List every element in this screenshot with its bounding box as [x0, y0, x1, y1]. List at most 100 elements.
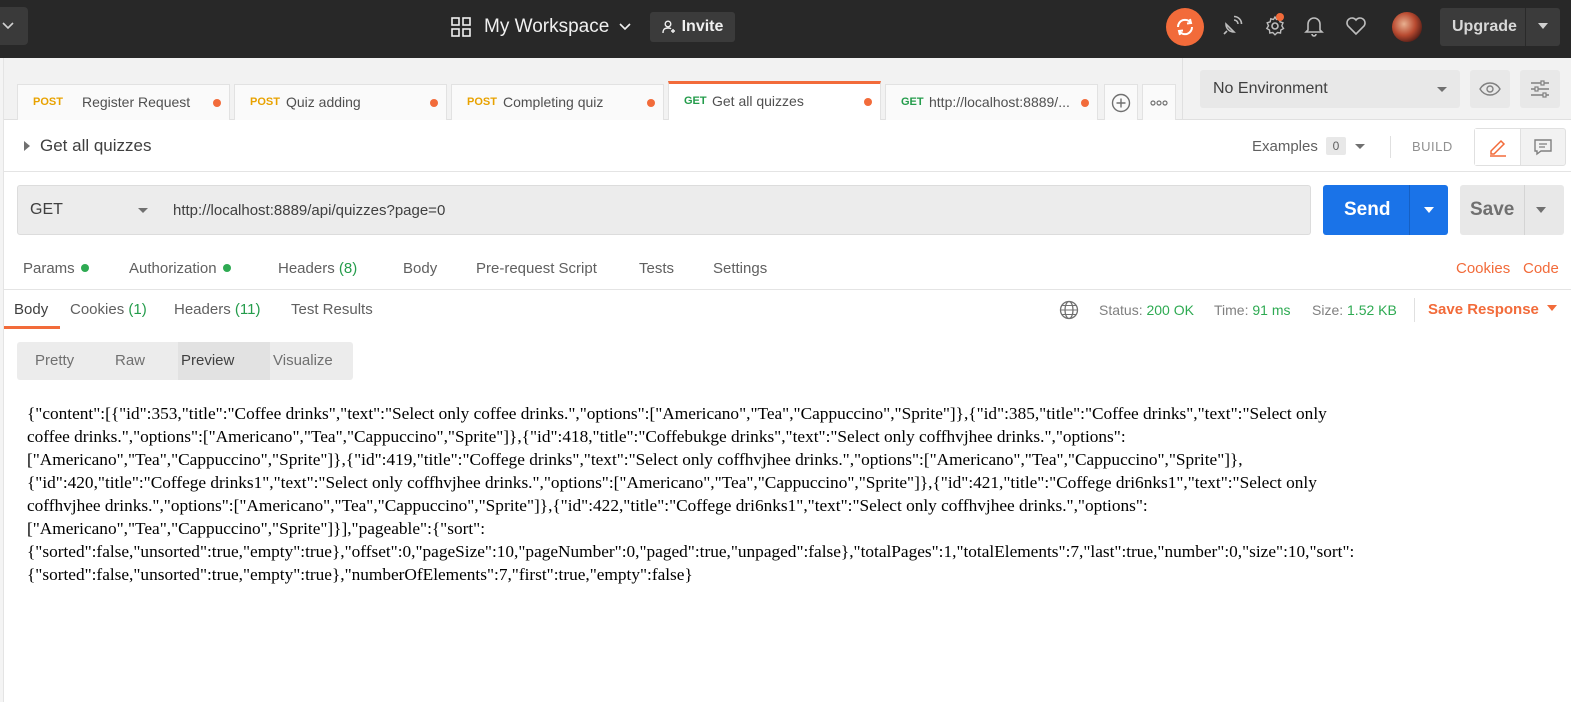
response-status: Status: 200 OK — [1099, 302, 1194, 318]
status-value: 200 OK — [1146, 302, 1194, 318]
upgrade-label: Upgrade — [1452, 18, 1517, 35]
response-tab-cookies-label: Cookies — [70, 301, 125, 318]
params-indicator-dot — [80, 264, 89, 272]
environment-bar: No Environment — [1182, 58, 1571, 120]
heart-icon[interactable] — [1344, 14, 1368, 38]
tab-method: POST — [250, 96, 280, 108]
request-tab-active[interactable]: GET Get all quizzes — [668, 81, 881, 120]
request-title[interactable]: Get all quizzes — [40, 136, 152, 156]
user-avatar[interactable] — [1392, 12, 1422, 42]
tab-body[interactable]: Body — [403, 260, 437, 277]
invite-label: Invite — [681, 18, 724, 35]
response-body-line: coffee drinks.","options":["Americano","… — [27, 427, 1126, 446]
satellite-icon[interactable] — [1220, 14, 1244, 38]
response-time: Time: 91 ms — [1214, 302, 1291, 318]
environment-selected: No Environment — [1213, 80, 1328, 97]
more-dots-icon — [1150, 99, 1168, 106]
environment-quick-look-button[interactable] — [1470, 70, 1510, 108]
save-response-label: Save Response — [1428, 301, 1539, 318]
time-label: Time: — [1214, 302, 1249, 318]
caret-down-icon[interactable] — [1535, 206, 1547, 214]
upgrade-button[interactable]: Upgrade — [1440, 8, 1560, 46]
caret-down-icon[interactable] — [1354, 143, 1366, 150]
tab-authorization[interactable]: Authorization — [129, 260, 231, 277]
response-tab-headers[interactable]: Headers (11) — [174, 301, 260, 318]
examples-count-badge: 0 — [1326, 137, 1346, 155]
tab-name: http://localhost:8889/... — [929, 94, 1070, 110]
caret-right-icon[interactable] — [23, 140, 31, 152]
tab-name: Get all quizzes — [712, 93, 804, 109]
tab-headers[interactable]: Headers (8) — [278, 260, 357, 277]
authorization-indicator-dot — [222, 264, 231, 272]
response-body-line: {"content":[{"id":353,"title":"Coffee dr… — [27, 404, 1327, 423]
response-tab-headers-label: Headers — [174, 301, 231, 318]
method-select[interactable]: GET — [17, 185, 162, 235]
environment-select[interactable]: No Environment — [1200, 70, 1460, 108]
tab-params-label: Params — [23, 260, 75, 277]
unsaved-dot — [1081, 99, 1089, 107]
tab-params[interactable]: Params — [23, 260, 89, 277]
response-tab-test-results[interactable]: Test Results — [291, 301, 373, 318]
edit-mode-button[interactable] — [1475, 129, 1521, 165]
request-tab[interactable]: POST Register Request — [17, 84, 230, 120]
sidebar-toggle-button[interactable] — [0, 7, 28, 45]
tab-name: Register Request — [82, 94, 191, 110]
bell-icon[interactable] — [1302, 14, 1326, 38]
unsaved-dot — [430, 99, 438, 107]
response-divider — [1414, 298, 1415, 322]
globe-icon[interactable] — [1059, 300, 1079, 320]
response-tab-body[interactable]: Body — [14, 301, 48, 318]
size-value: 1.52 KB — [1347, 302, 1397, 318]
caret-down-icon — [1546, 305, 1557, 311]
mode-toggle — [1474, 128, 1566, 166]
response-tab-cookies[interactable]: Cookies (1) — [70, 301, 147, 318]
comments-button[interactable] — [1521, 129, 1565, 165]
request-tab[interactable]: GET http://localhost:8889/... — [885, 84, 1098, 120]
chevron-down-icon — [619, 23, 631, 31]
tab-method: POST — [33, 96, 63, 108]
cookies-link[interactable]: Cookies — [1456, 260, 1510, 277]
status-label: Status: — [1099, 302, 1143, 318]
sync-icon — [1176, 18, 1194, 36]
save-button[interactable]: Save — [1460, 185, 1564, 235]
chevron-down-icon — [2, 22, 14, 30]
response-headers-count: (11) — [234, 301, 261, 318]
tab-prerequest-script[interactable]: Pre-request Script — [476, 260, 597, 277]
view-visualize-button[interactable]: Visualize — [273, 352, 333, 369]
sync-button[interactable] — [1166, 8, 1204, 46]
sliders-icon — [1531, 80, 1549, 98]
manage-environments-button[interactable] — [1520, 70, 1560, 108]
tab-method: POST — [467, 96, 497, 108]
send-label: Send — [1344, 199, 1391, 220]
response-body-line: coffhvjhee drinks.","options":["American… — [27, 496, 1148, 515]
save-response-button[interactable]: Save Response — [1428, 301, 1557, 318]
headers-count: (8) — [338, 260, 358, 277]
view-pretty-button[interactable]: Pretty — [35, 352, 74, 369]
response-size: Size: 1.52 KB — [1312, 302, 1397, 318]
view-preview-button[interactable]: Preview — [181, 352, 234, 369]
new-tab-button[interactable] — [1104, 84, 1138, 120]
invite-button[interactable]: Invite — [650, 12, 735, 42]
workspace-switcher[interactable]: My Workspace — [450, 14, 631, 40]
response-body-line: {"id":420,"title":"Coffege drinks1","tex… — [27, 473, 1317, 492]
tab-tests[interactable]: Tests — [639, 260, 674, 277]
more-tabs-button[interactable] — [1142, 84, 1176, 120]
plus-circle-icon — [1111, 93, 1131, 112]
response-body-preview[interactable]: {"content":[{"id":353,"title":"Coffee dr… — [27, 402, 1562, 586]
request-tab[interactable]: POST Completing quiz — [451, 84, 664, 120]
request-tab[interactable]: POST Quiz adding — [234, 84, 447, 120]
workspace-name: My Workspace — [484, 16, 610, 37]
active-tab-underline — [4, 326, 60, 329]
url-input[interactable] — [161, 185, 1311, 235]
send-button[interactable]: Send — [1323, 185, 1448, 235]
examples-dropdown[interactable]: Examples — [1252, 138, 1318, 155]
cookies-count: (1) — [128, 301, 147, 318]
tab-authorization-label: Authorization — [129, 260, 217, 277]
build-mode-label[interactable]: BUILD — [1412, 139, 1453, 154]
code-link[interactable]: Code — [1523, 260, 1559, 277]
request-tabs-bar: POST Register Request POST Quiz adding P… — [4, 58, 1182, 120]
tab-settings[interactable]: Settings — [713, 260, 767, 277]
view-raw-button[interactable]: Raw — [115, 352, 145, 369]
caret-down-icon — [1538, 23, 1548, 29]
caret-down-icon[interactable] — [1423, 206, 1435, 214]
